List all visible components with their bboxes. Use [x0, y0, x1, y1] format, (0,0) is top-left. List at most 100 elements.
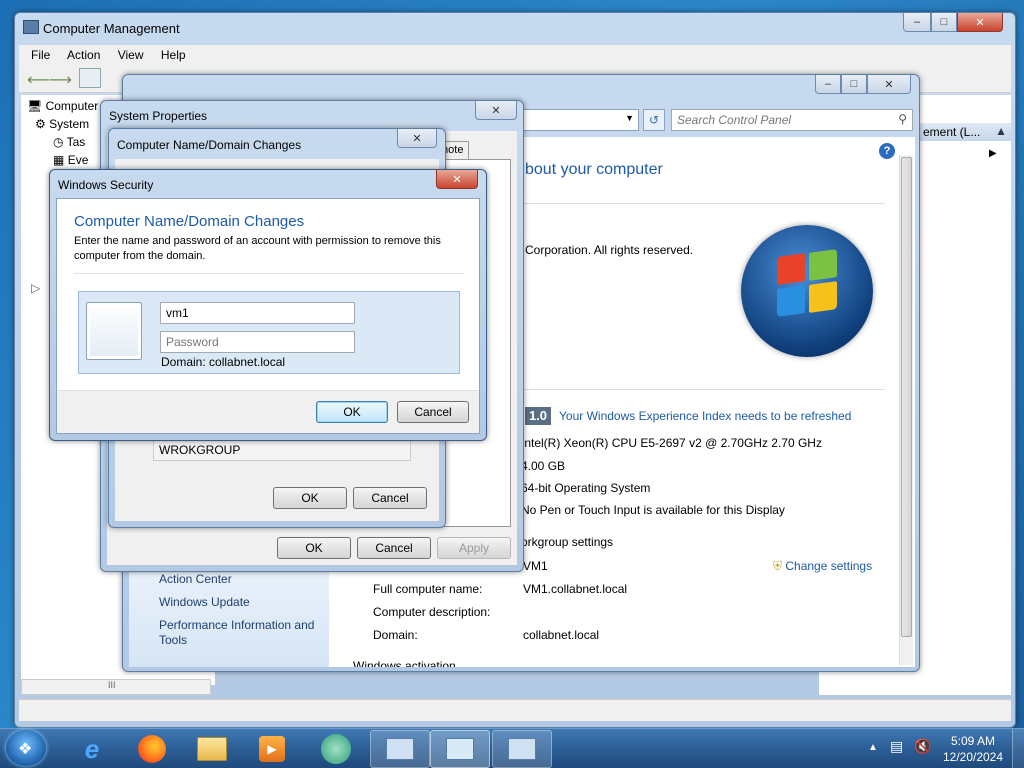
more-actions-arrow-icon[interactable]: ▶: [989, 148, 997, 159]
vscroll-thumb[interactable]: [901, 157, 912, 637]
cp-page-heading: bout your computer: [525, 161, 663, 178]
cndc-close-button[interactable]: ✕: [397, 129, 437, 148]
taskbar-ie-icon[interactable]: e: [62, 730, 122, 768]
tray-show-hidden-icon[interactable]: ▲: [868, 742, 878, 753]
shield-icon: ⛨: [773, 559, 783, 573]
help-icon[interactable]: ?: [879, 143, 895, 159]
menu-help[interactable]: Help: [161, 48, 186, 62]
system-type-value: 64-bit Operating System: [521, 481, 651, 495]
see-also-action-center[interactable]: Action Center: [159, 572, 232, 586]
cp-close-button[interactable]: ✕: [867, 75, 911, 94]
pen-touch-value: No Pen or Touch Input is available for t…: [521, 503, 785, 517]
computer-icon: 🖥: [27, 99, 43, 113]
sysprops-apply-button[interactable]: Apply: [437, 537, 511, 559]
divider-1: [523, 203, 885, 204]
cndc-cancel-button[interactable]: Cancel: [353, 487, 427, 509]
dropdown-arrow-icon[interactable]: ▼: [625, 113, 634, 123]
cp-vscrollbar[interactable]: [899, 155, 913, 665]
see-also-performance[interactable]: Performance Information and Tools: [159, 618, 327, 648]
tree-system-label: System: [49, 117, 90, 131]
tree-item-system[interactable]: ⚙ System: [35, 117, 89, 131]
see-also-windows-update[interactable]: Windows Update: [159, 595, 250, 609]
computer-name-value: VM1: [523, 559, 548, 573]
username-input[interactable]: vm1: [160, 302, 355, 324]
divider-2: [523, 389, 885, 390]
taskbar-media-player-icon[interactable]: ▶: [242, 730, 302, 768]
windows-logo: [741, 225, 873, 357]
cm-title: Computer Management: [43, 21, 180, 36]
tools-icon: ⚙: [35, 117, 46, 131]
taskbar-system-icon[interactable]: [492, 730, 552, 768]
forward-arrow-icon[interactable]: ⟶: [49, 70, 72, 90]
cp-maximize-button[interactable]: □: [841, 75, 867, 94]
collapse-icon[interactable]: ▲: [995, 124, 1007, 138]
clock-icon: ◷: [53, 135, 64, 149]
refresh-icon[interactable]: ↺: [643, 109, 665, 131]
copyright-text: Corporation. All rights reserved.: [525, 243, 694, 257]
security-ok-button[interactable]: OK: [316, 401, 388, 423]
taskbar-control-panel-icon[interactable]: [430, 730, 490, 768]
tree-computer-label: Computer: [45, 99, 99, 113]
event-viewer-icon: ▦: [53, 153, 65, 167]
taskbar-teams-icon[interactable]: [306, 730, 366, 768]
security-divider: [74, 273, 464, 274]
taskbar-computer-mgmt-icon[interactable]: [370, 730, 430, 768]
menu-file[interactable]: File: [31, 48, 50, 62]
sysprops-close-button[interactable]: ✕: [475, 101, 517, 120]
computer-description-label: Computer description:: [373, 605, 491, 619]
clock-time[interactable]: 5:09 AM: [946, 734, 1000, 748]
show-hide-tree-icon[interactable]: [79, 68, 101, 88]
security-cancel-button[interactable]: Cancel: [397, 401, 469, 423]
sysprops-ok-button[interactable]: OK: [277, 537, 351, 559]
sysprops-cancel-button[interactable]: Cancel: [357, 537, 431, 559]
cm-close-button[interactable]: ✕: [957, 13, 1003, 32]
cm-maximize-button[interactable]: □: [931, 13, 957, 32]
domain-label: Domain:: [373, 628, 418, 642]
address-bar[interactable]: ▼: [519, 109, 639, 131]
sysprops-title: System Properties: [109, 109, 208, 123]
cm-menubar: File Action View Help: [19, 45, 1011, 65]
taskbar-explorer-icon[interactable]: [182, 730, 242, 768]
username-value: vm1: [166, 306, 189, 320]
security-close-button[interactable]: ✕: [436, 170, 478, 189]
tree-item-task[interactable]: ◷ Tas: [53, 135, 85, 149]
workgroup-input[interactable]: WROKGROUP: [153, 439, 411, 461]
user-avatar-icon: [86, 302, 142, 360]
start-button[interactable]: ❖: [6, 730, 46, 766]
actions-header[interactable]: ement (L... ▲: [919, 123, 1011, 141]
security-title: Windows Security: [58, 178, 154, 192]
actions-header-label: ement (L...: [923, 125, 981, 139]
search-control-panel-input[interactable]: Search Control Panel ⚲: [671, 109, 913, 131]
show-desktop-button[interactable]: [1012, 729, 1024, 768]
tree-expand-icon[interactable]: ▷: [31, 281, 40, 295]
tray-volume-muted-icon[interactable]: 🔇: [914, 738, 931, 755]
security-heading: Computer Name/Domain Changes: [74, 213, 305, 230]
taskbar-firefox-icon[interactable]: [122, 730, 182, 768]
tree-item-event[interactable]: ▦ Eve: [53, 153, 88, 167]
search-icon[interactable]: ⚲: [898, 112, 907, 126]
cndc-ok-button[interactable]: OK: [273, 487, 347, 509]
wei-refresh-link[interactable]: Your Windows Experience Index needs to b…: [559, 409, 851, 423]
change-settings-link[interactable]: ⛨ Change settings: [773, 559, 872, 574]
menu-view[interactable]: View: [118, 48, 144, 62]
windows-flag-icon: ❖: [18, 741, 33, 758]
tree-event-label: Eve: [67, 153, 89, 167]
cp-minimize-button[interactable]: –: [815, 75, 841, 94]
menu-action[interactable]: Action: [67, 48, 100, 62]
hscroll-thumb[interactable]: III: [108, 680, 116, 690]
cm-hscrollbar[interactable]: III: [21, 679, 211, 695]
tray-network-icon[interactable]: ▤: [890, 738, 903, 755]
wei-score-badge[interactable]: 1.0: [525, 407, 551, 425]
change-settings-label: Change settings: [785, 559, 873, 573]
cndc-title: Computer Name/Domain Changes: [117, 138, 302, 152]
password-placeholder: Password: [166, 335, 219, 349]
password-input[interactable]: Password: [160, 331, 355, 353]
cm-minimize-button[interactable]: –: [903, 13, 931, 32]
full-computer-name-label: Full computer name:: [373, 582, 483, 596]
full-computer-name-value: VM1.collabnet.local: [523, 582, 628, 596]
tree-item-computer[interactable]: 🖥 Computer: [27, 99, 98, 113]
back-arrow-icon[interactable]: ⟵: [27, 70, 50, 90]
domain-value: collabnet.local: [523, 628, 600, 642]
workgroup-value: WROKGROUP: [159, 443, 241, 457]
clock-date[interactable]: 12/20/2024: [940, 750, 1006, 764]
